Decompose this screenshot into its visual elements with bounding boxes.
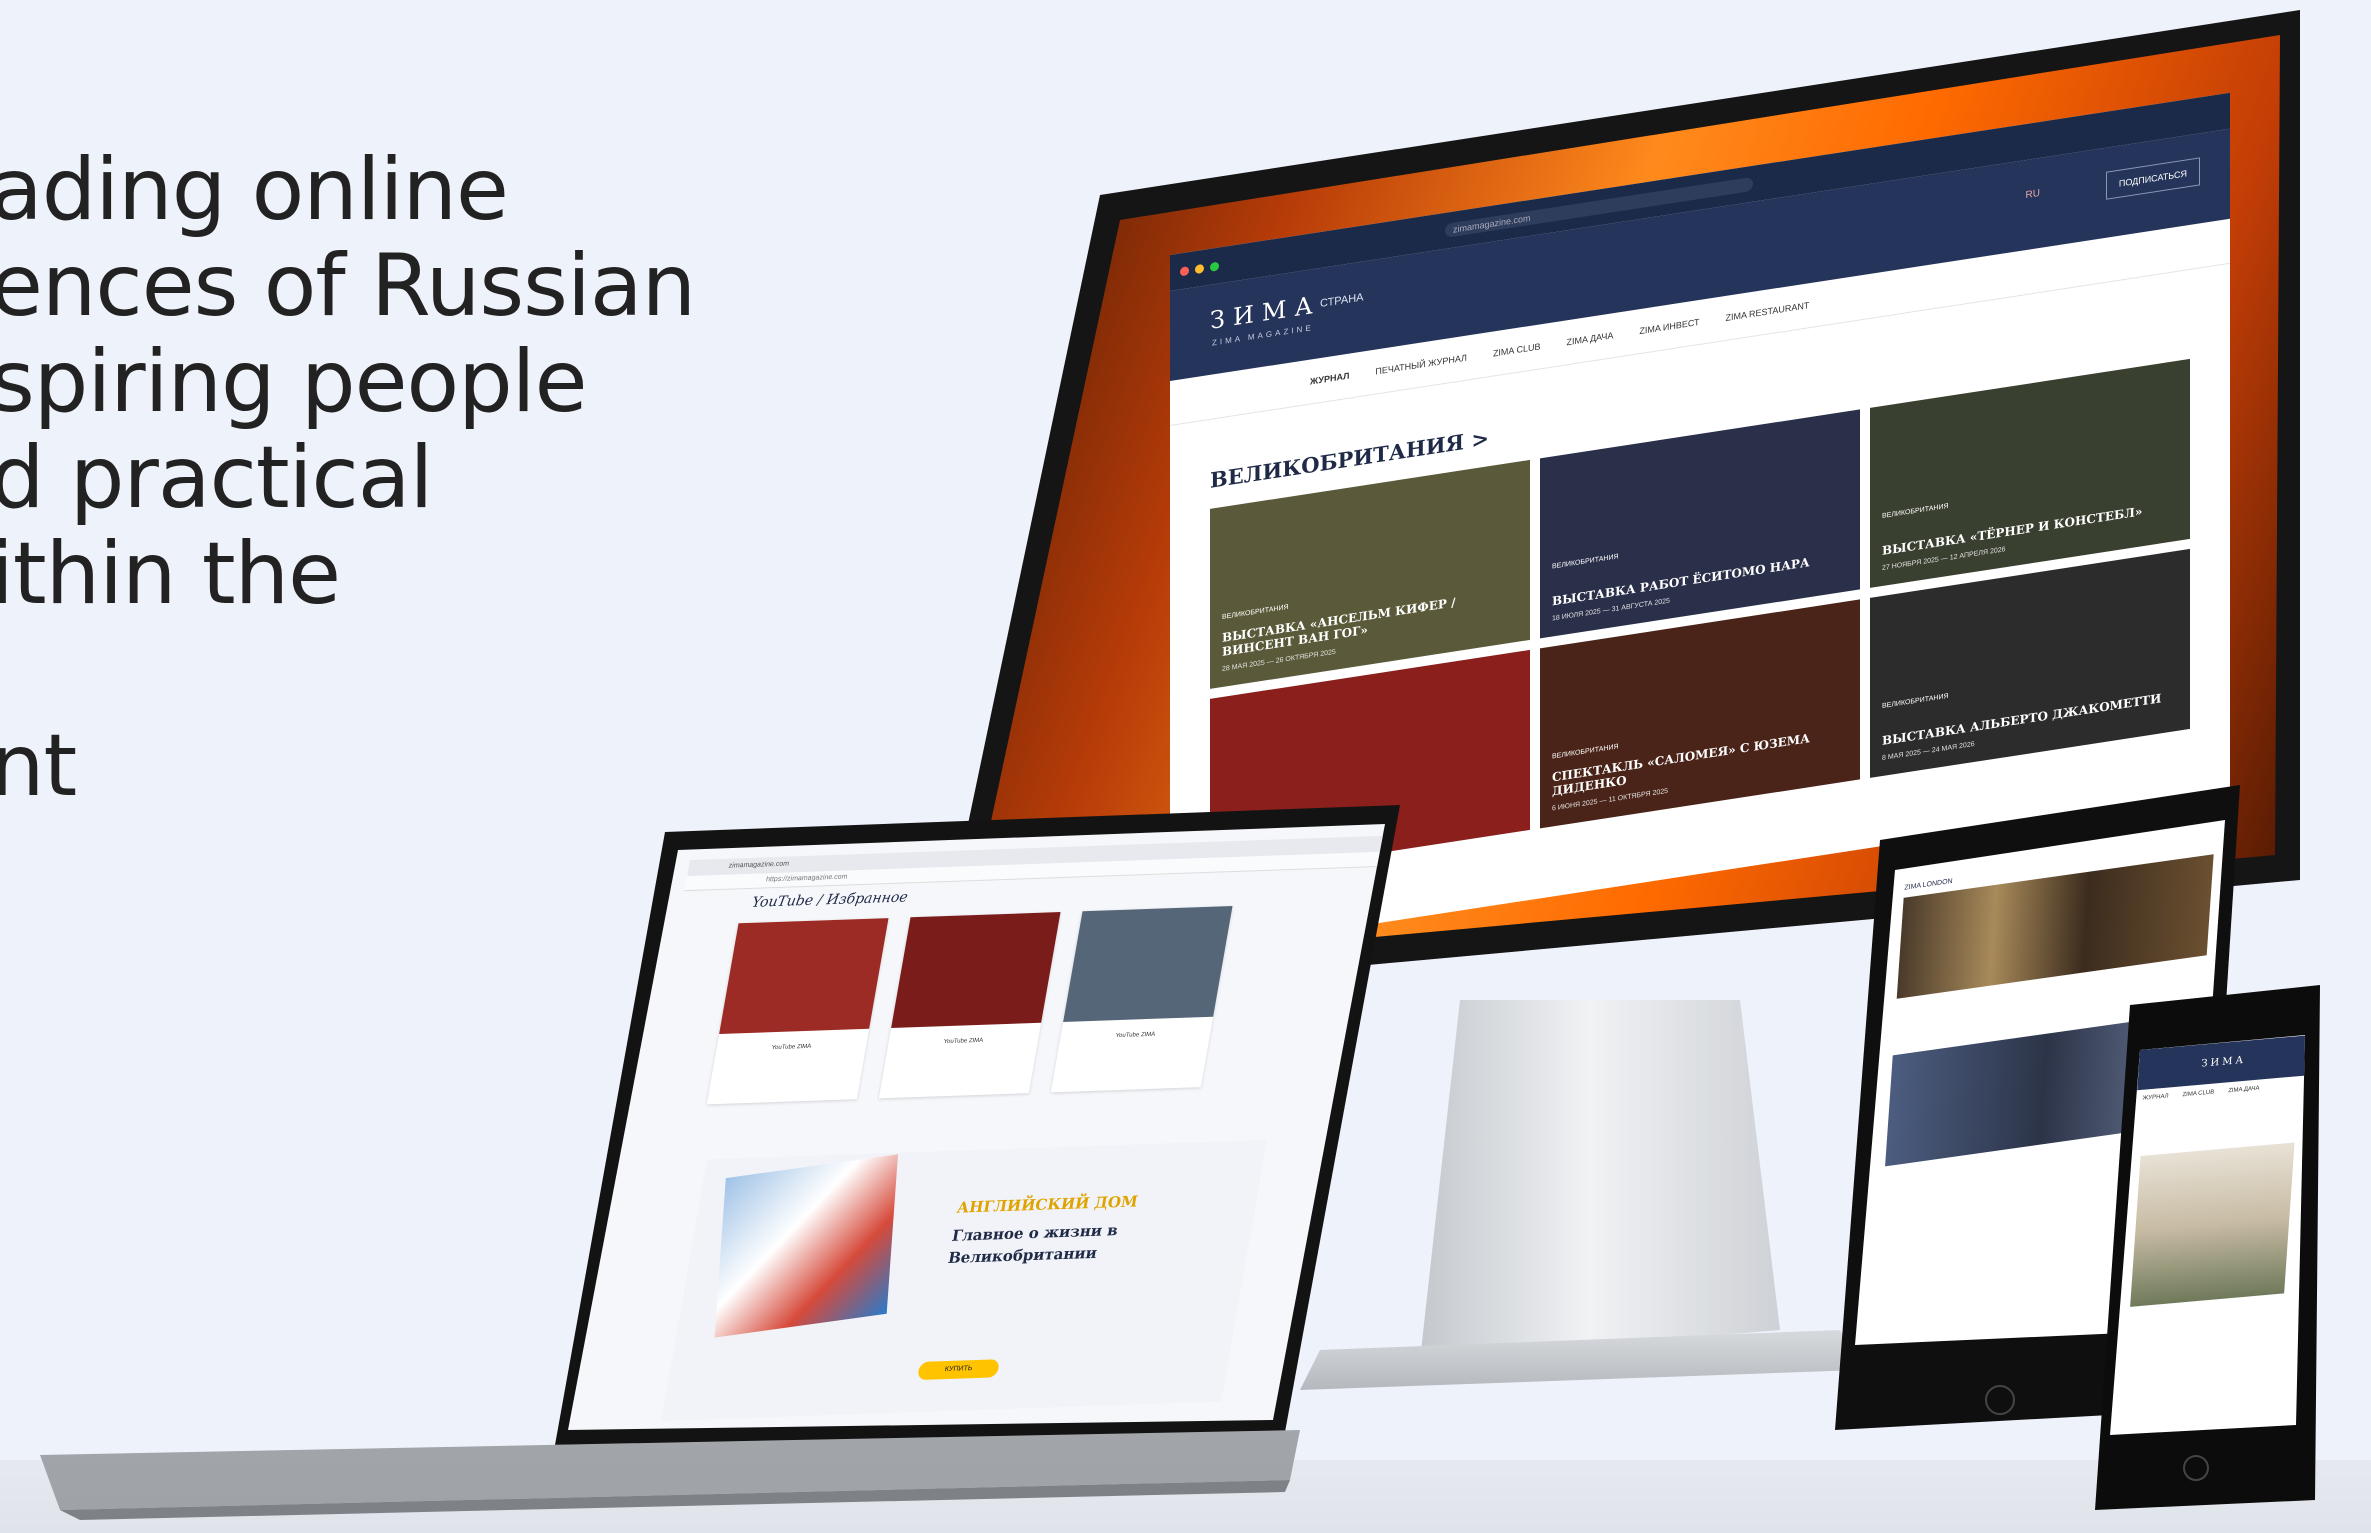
nav-item[interactable]: ZIMA CLUB — [2182, 1089, 2214, 1098]
nav-item[interactable]: ЖУРНАЛ — [2142, 1093, 2168, 1101]
phone-home-button — [2183, 1455, 2209, 1481]
phone-article-image[interactable] — [2130, 1142, 2295, 1307]
phone-page: ЗИМА ЖУРНАЛ ZIMA CLUB ZIMA ДАЧА — [2113, 1035, 2305, 1435]
tablet-home-button — [1985, 1385, 2015, 1415]
nav-item[interactable]: ZIMA ДАЧА — [2228, 1086, 2260, 1095]
tablet-screen: ZIMA LONDON — [1855, 820, 2225, 1345]
tablet-mockup: ZIMA LONDON — [0, 0, 2371, 1533]
